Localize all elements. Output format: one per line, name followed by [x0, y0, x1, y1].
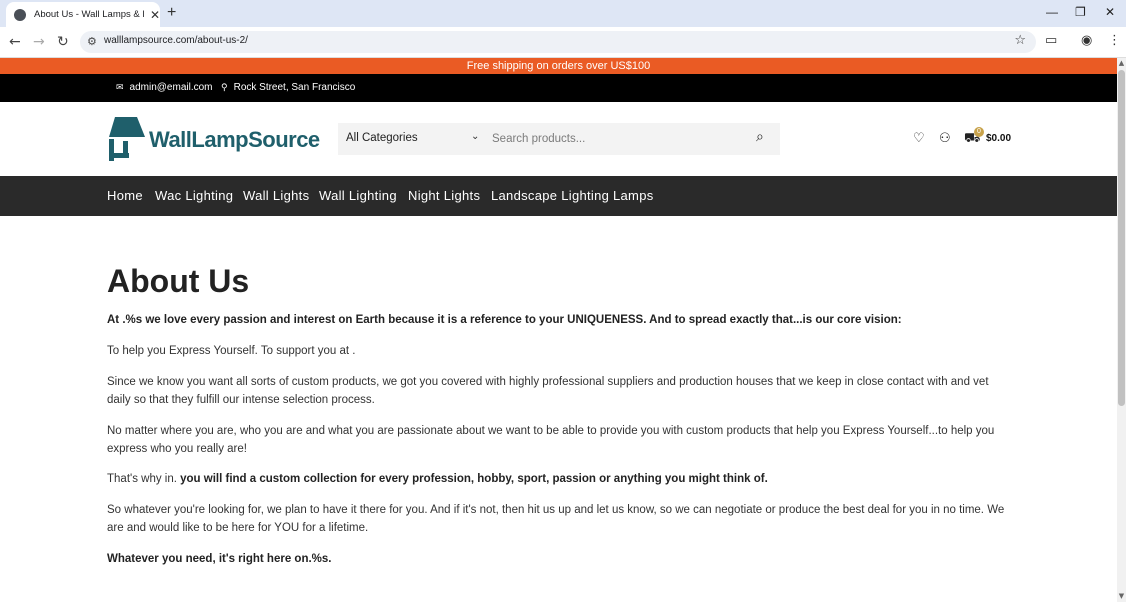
cart-total[interactable]: $0.00 — [986, 133, 1011, 144]
address-contact: ⚲ Rock Street, San Francisco — [221, 82, 355, 93]
mission-paragraph: To help you Express Yourself. To support… — [107, 345, 356, 357]
back-icon[interactable]: ← — [9, 34, 21, 50]
product-search: All Categories ⌄ ⌕ — [338, 123, 780, 155]
lifetime-paragraph: So whatever you're looking for, we plan … — [107, 504, 1005, 534]
wishlist-heart-icon[interactable]: ♡ — [913, 131, 925, 146]
collection-plain-text: That's why in. — [107, 473, 181, 485]
email-contact[interactable]: ✉ admin@email.com — [116, 82, 213, 93]
page-title: About Us — [107, 263, 250, 299]
closing-paragraph: Whatever you need, it's right here on.%s… — [107, 553, 332, 565]
collection-paragraph: That's why in. you will find a custom co… — [107, 470, 1007, 488]
forward-icon[interactable]: → — [33, 34, 45, 50]
globe-icon — [14, 8, 26, 21]
nav-home[interactable]: Home — [107, 188, 143, 203]
intro-paragraph: At .%s we love every passion and interes… — [107, 314, 902, 326]
browser-tabbar: About Us - Wall Lamps & Lighting ✕ + — ❐… — [0, 0, 1126, 27]
nav-wac-lighting[interactable]: Wac Lighting — [155, 188, 233, 203]
email-text: admin@email.com — [129, 82, 213, 93]
top-info-bar: ✉ admin@email.com ⚲ Rock Street, San Fra… — [0, 74, 1117, 102]
suppliers-paragraph: Since we know you want all sorts of cust… — [107, 376, 989, 406]
category-select[interactable]: All Categories — [346, 132, 418, 144]
tab-title: About Us - Wall Lamps & Lighting — [34, 9, 144, 20]
restore-icon[interactable]: ❐ — [1075, 5, 1086, 19]
promo-banner: Free shipping on orders over US$100 — [0, 58, 1117, 74]
chevron-down-icon[interactable]: ⌄ — [471, 131, 479, 142]
site-info-icon[interactable]: ⚙ — [87, 35, 97, 48]
nav-landscape-lighting[interactable]: Landscape Lighting — [491, 188, 609, 203]
nav-wall-lighting[interactable]: Wall Lighting — [319, 188, 397, 203]
cast-icon[interactable]: ▭ — [1045, 33, 1057, 48]
minimize-icon[interactable]: — — [1046, 5, 1058, 19]
search-input[interactable] — [490, 128, 744, 150]
nav-wall-lights[interactable]: Wall Lights — [243, 188, 309, 203]
location-pin-icon: ⚲ — [221, 82, 228, 92]
site-logo[interactable]: WallLampSource — [107, 115, 320, 163]
url-text[interactable]: walllampsource.com/about-us-2/ — [104, 35, 248, 46]
menu-kebab-icon[interactable]: ⋮ — [1108, 33, 1121, 48]
brand-name: WallLampSource — [149, 127, 320, 152]
cart-count-badge: 0 — [974, 127, 984, 137]
reload-icon[interactable]: ↻ — [57, 34, 69, 50]
profile-icon[interactable]: ◉ — [1081, 33, 1092, 48]
account-user-icon[interactable]: ⚇ — [939, 131, 951, 146]
nav-lamps[interactable]: Lamps — [613, 188, 654, 203]
address-text: Rock Street, San Francisco — [233, 82, 356, 93]
main-navigation: Home Wac Lighting Wall Lights Wall Light… — [0, 176, 1117, 216]
close-window-icon[interactable]: ✕ — [1105, 5, 1115, 19]
collection-bold-text: you will find a custom collection for ev… — [180, 473, 768, 485]
bookmark-star-icon[interactable]: ☆ — [1014, 33, 1026, 48]
scrollbar-thumb[interactable] — [1118, 70, 1125, 406]
passion-paragraph: No matter where you are, who you are and… — [107, 425, 995, 455]
omnibox[interactable]: ⚙ walllampsource.com/about-us-2/ ☆ — [80, 31, 1036, 53]
search-icon[interactable]: ⌕ — [756, 129, 764, 145]
address-bar-row: ← → ↻ ⚙ walllampsource.com/about-us-2/ ☆… — [0, 27, 1126, 58]
page-scrollbar[interactable]: ▲ ▼ — [1117, 58, 1126, 602]
nav-night-lights[interactable]: Night Lights — [408, 188, 480, 203]
browser-tab[interactable]: About Us - Wall Lamps & Lighting ✕ — [6, 2, 160, 27]
site-header: WallLampSource All Categories ⌄ ⌕ ♡ ⚇ ⛟ … — [0, 102, 1117, 176]
lamp-logo-icon — [109, 117, 145, 161]
close-tab-icon[interactable]: ✕ — [150, 8, 160, 22]
scroll-up-icon[interactable]: ▲ — [1117, 59, 1126, 67]
envelope-icon: ✉ — [116, 82, 124, 92]
scroll-down-icon[interactable]: ▼ — [1117, 592, 1126, 600]
new-tab-icon[interactable]: + — [167, 4, 176, 22]
